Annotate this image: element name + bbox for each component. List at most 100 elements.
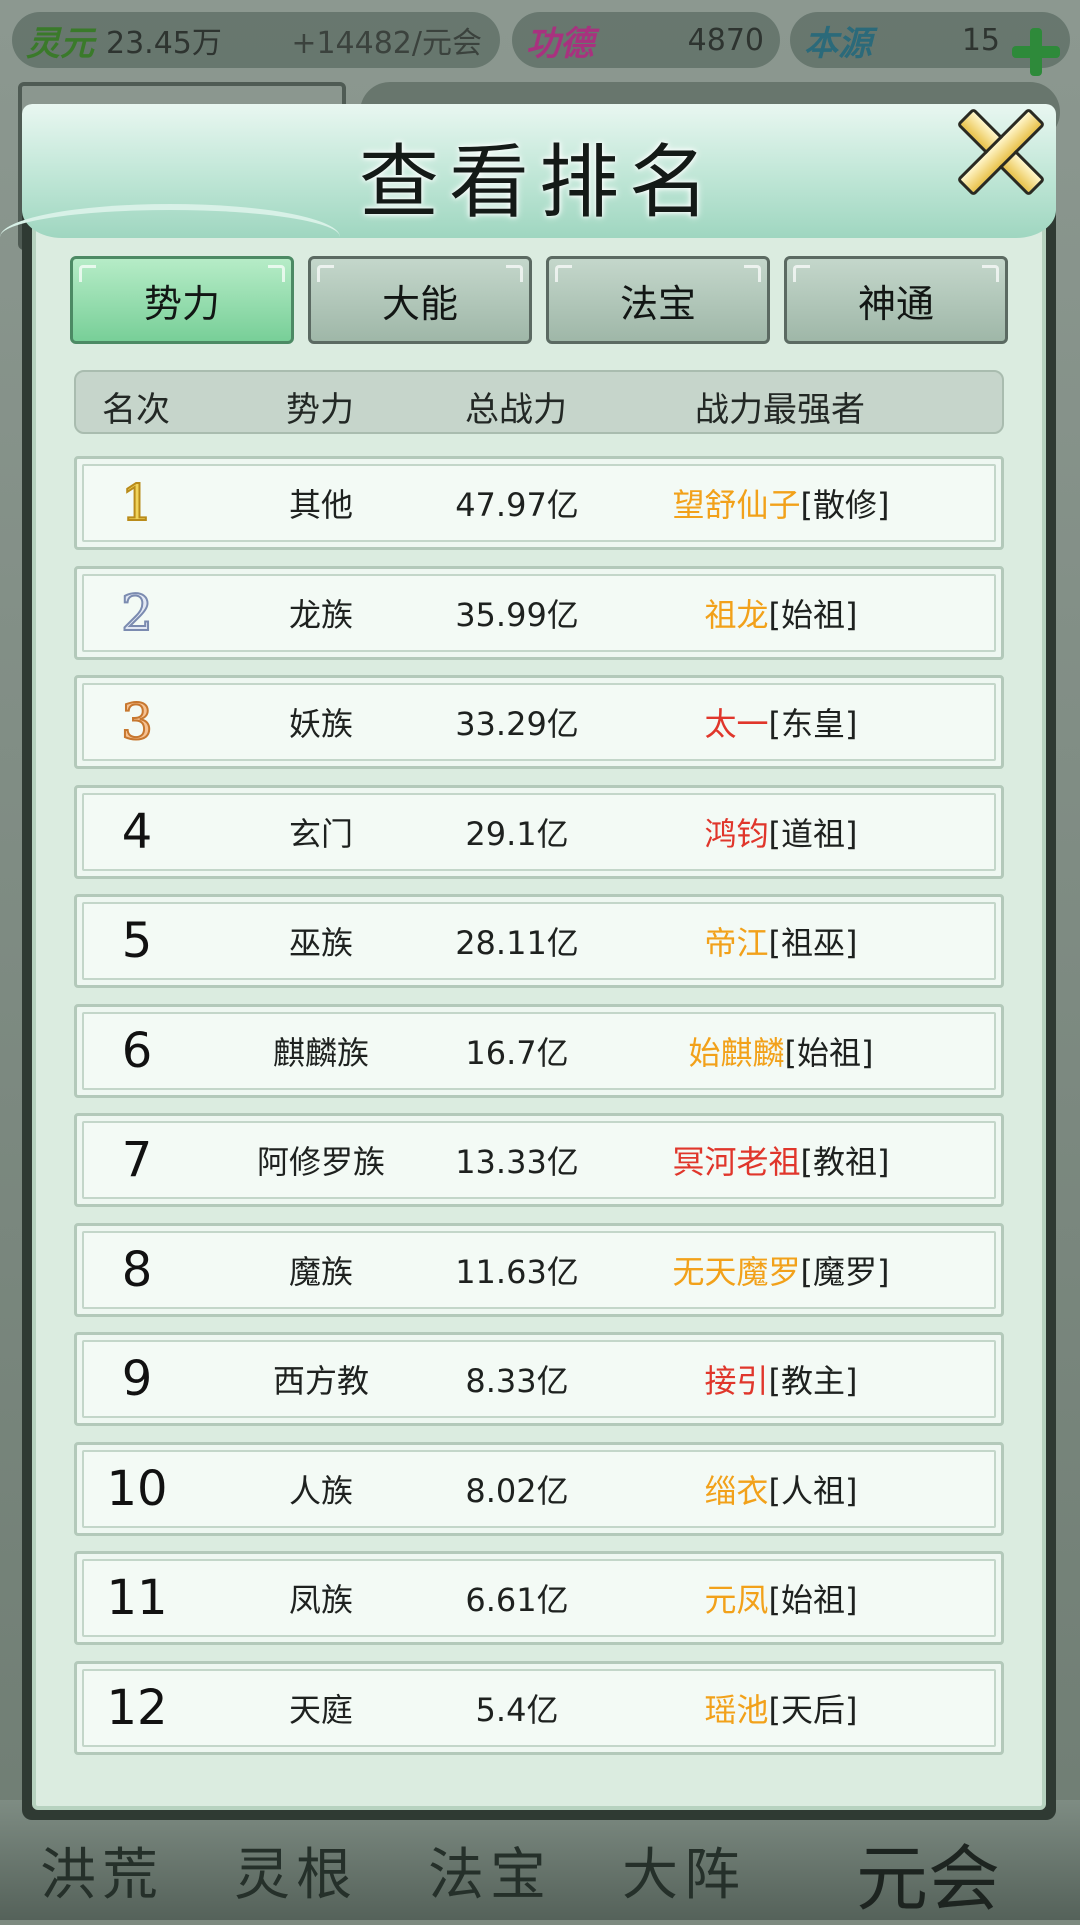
table-row[interactable]: 11 凤族 6.61亿 元凤[始祖] (74, 1551, 1004, 1645)
faction-name: 玄门 (288, 814, 354, 853)
total-power: 11.63亿 (455, 1252, 579, 1291)
faction-name: 凤族 (288, 1581, 354, 1619)
strongest-player: 元凤[始祖] (705, 1575, 858, 1621)
faction-name: 天庭 (288, 1690, 354, 1729)
rank-number: 4 (121, 803, 153, 860)
tab-fabao[interactable]: 法宝 (546, 256, 770, 344)
strongest-player-name: 太一 (704, 705, 769, 743)
total-power: 33.29亿 (455, 705, 579, 743)
rank-number: 2 (120, 583, 154, 643)
nav-linggen[interactable]: 灵根 (234, 1810, 378, 1911)
table-row[interactable]: 10 人族 8.02亿 缁衣[人祖] (74, 1441, 1004, 1536)
table-row[interactable]: 3 妖族 33.29亿 太一[东皇] (74, 675, 1004, 769)
nav-linggen-label: 灵根 (234, 1843, 358, 1908)
total-power: 16.7亿 (465, 1033, 569, 1072)
strongest-player-title: [东皇] (768, 705, 858, 743)
dialog-title: 查看排名 (359, 136, 719, 229)
table-row[interactable]: 2 龙族 35.99亿 祖龙[始祖] (74, 565, 1004, 660)
rank-number: 12 (106, 1679, 168, 1736)
tab-shentong[interactable]: 神通 (784, 256, 1008, 344)
rank-number: 5 (121, 913, 153, 969)
benyuan-label: 本源 (804, 23, 872, 64)
benyuan-value: 15 (961, 22, 1000, 58)
table-row[interactable]: 5 巫族 28.11亿 帝江[祖巫] (74, 894, 1004, 988)
nav-honghuang-label: 洪荒 (40, 1843, 164, 1908)
total-power: 13.33亿 (455, 1143, 579, 1181)
strongest-player-title: [教主] (768, 1362, 858, 1400)
strongest-player-name: 始麒麟 (688, 1033, 785, 1072)
table-row[interactable]: 12 天庭 5.4亿 瑶池[天后] (74, 1660, 1004, 1755)
table-row[interactable]: 4 玄门 29.1亿 鸿钧[道祖] (74, 784, 1004, 879)
strongest-player-title: [道祖] (768, 814, 858, 853)
strongest-player-name: 无天魔罗 (672, 1252, 801, 1291)
table-row[interactable]: 1 其他 47.97亿 望舒仙子[散修] (74, 456, 1004, 550)
rank-number: 6 (121, 1022, 153, 1079)
faction-name: 西方教 (272, 1362, 370, 1400)
rank-number: 10 (106, 1460, 168, 1517)
strongest-player-title: [始祖] (768, 595, 858, 634)
tab-fabao-label: 法宝 (619, 281, 696, 326)
close-icon[interactable] (940, 94, 1050, 204)
tab-daneng[interactable]: 大能 (308, 256, 532, 344)
header-top-player: 战力最强者 (695, 390, 865, 430)
resource-bar: 灵元 23.45万 +14482/元会 功德 4870 本源 15 (0, 0, 1080, 80)
strongest-player-name: 帝江 (704, 924, 769, 962)
strongest-player: 瑶池[天后] (705, 1685, 858, 1731)
table-row[interactable]: 8 魔族 11.63亿 无天魔罗[魔罗] (74, 1222, 1004, 1317)
strongest-player-title: [散修] (800, 486, 890, 524)
rank-number: 8 (121, 1241, 153, 1298)
strongest-player: 始麒麟[始祖] (689, 1028, 874, 1074)
strongest-player: 望舒仙子[散修] (673, 480, 890, 526)
total-power: 8.33亿 (465, 1362, 569, 1400)
total-power: 5.4亿 (475, 1690, 559, 1729)
strongest-player-name: 祖龙 (704, 595, 769, 634)
strongest-player-name: 瑶池 (704, 1690, 769, 1729)
rank-number: 3 (120, 692, 154, 752)
strongest-player-name: 鸿钧 (704, 814, 769, 853)
strongest-player-title: [教祖] (800, 1143, 890, 1181)
yuanhui-button[interactable]: 元会 (856, 1820, 1000, 1925)
total-power: 6.61亿 (465, 1581, 569, 1619)
header-power: 总战力 (465, 390, 567, 430)
header-rank: 名次 (102, 390, 170, 430)
strongest-player: 祖龙[始祖] (705, 590, 858, 636)
strongest-player-title: [始祖] (768, 1581, 858, 1619)
nav-dazhen[interactable]: 大阵 (622, 1810, 766, 1911)
faction-name: 麒麟族 (272, 1033, 370, 1072)
faction-name: 阿修罗族 (256, 1143, 386, 1181)
faction-name: 魔族 (288, 1252, 354, 1291)
strongest-player-title: [天后] (768, 1690, 858, 1729)
lingyuan-value: 23.45万 (106, 26, 222, 61)
title-banner: 查看排名 (0, 104, 1056, 238)
nav-fabao[interactable]: 法宝 (428, 1810, 572, 1911)
tab-shentong-label: 神通 (857, 281, 934, 326)
strongest-player: 鸿钧[道祖] (705, 809, 858, 855)
strongest-player: 冥河老祖[教祖] (673, 1137, 890, 1183)
strongest-player-title: [人祖] (768, 1471, 858, 1510)
nav-fabao-label: 法宝 (428, 1843, 552, 1908)
tab-shili[interactable]: 势力 (70, 256, 294, 344)
rank-number: 9 (121, 1351, 153, 1407)
total-power: 29.1亿 (465, 814, 569, 853)
faction-name: 妖族 (288, 705, 354, 743)
strongest-player: 缁衣[人祖] (705, 1466, 858, 1512)
table-row[interactable]: 6 麒麟族 16.7亿 始麒麟[始祖] (74, 1003, 1004, 1098)
nav-dazhen-label: 大阵 (622, 1843, 746, 1908)
ranking-list: 1 其他 47.97亿 望舒仙子[散修] 2 龙族 35.99亿 祖龙[始祖] 3 妖族 33.29… (74, 456, 1004, 1770)
rank-number: 7 (121, 1132, 153, 1188)
nav-honghuang[interactable]: 洪荒 (40, 1810, 184, 1911)
tab-shili-label: 势力 (143, 281, 220, 326)
table-row[interactable]: 9 西方教 8.33亿 接引[教主] (74, 1332, 1004, 1426)
strongest-player-title: [祖巫] (768, 924, 858, 962)
lingyuan-rate: +14482/元会 (291, 26, 482, 61)
add-benyuan-icon[interactable] (1010, 26, 1062, 78)
strongest-player: 太一[东皇] (705, 699, 858, 745)
gongde-label: 功德 (526, 23, 594, 64)
ranking-tabs: 势力 大能 法宝 神通 (70, 256, 1030, 346)
total-power: 47.97亿 (455, 486, 579, 524)
table-row[interactable]: 7 阿修罗族 13.33亿 冥河老祖[教祖] (74, 1113, 1004, 1207)
ranking-dialog: 查看排名 势力 大能 法宝 神通 名次 势力 总战力 战力最强者 1 其他 47.9… (0, 104, 1056, 1820)
strongest-player-name: 接引 (704, 1362, 769, 1400)
strongest-player: 帝江[祖巫] (705, 918, 858, 964)
total-power: 8.02亿 (465, 1471, 569, 1510)
